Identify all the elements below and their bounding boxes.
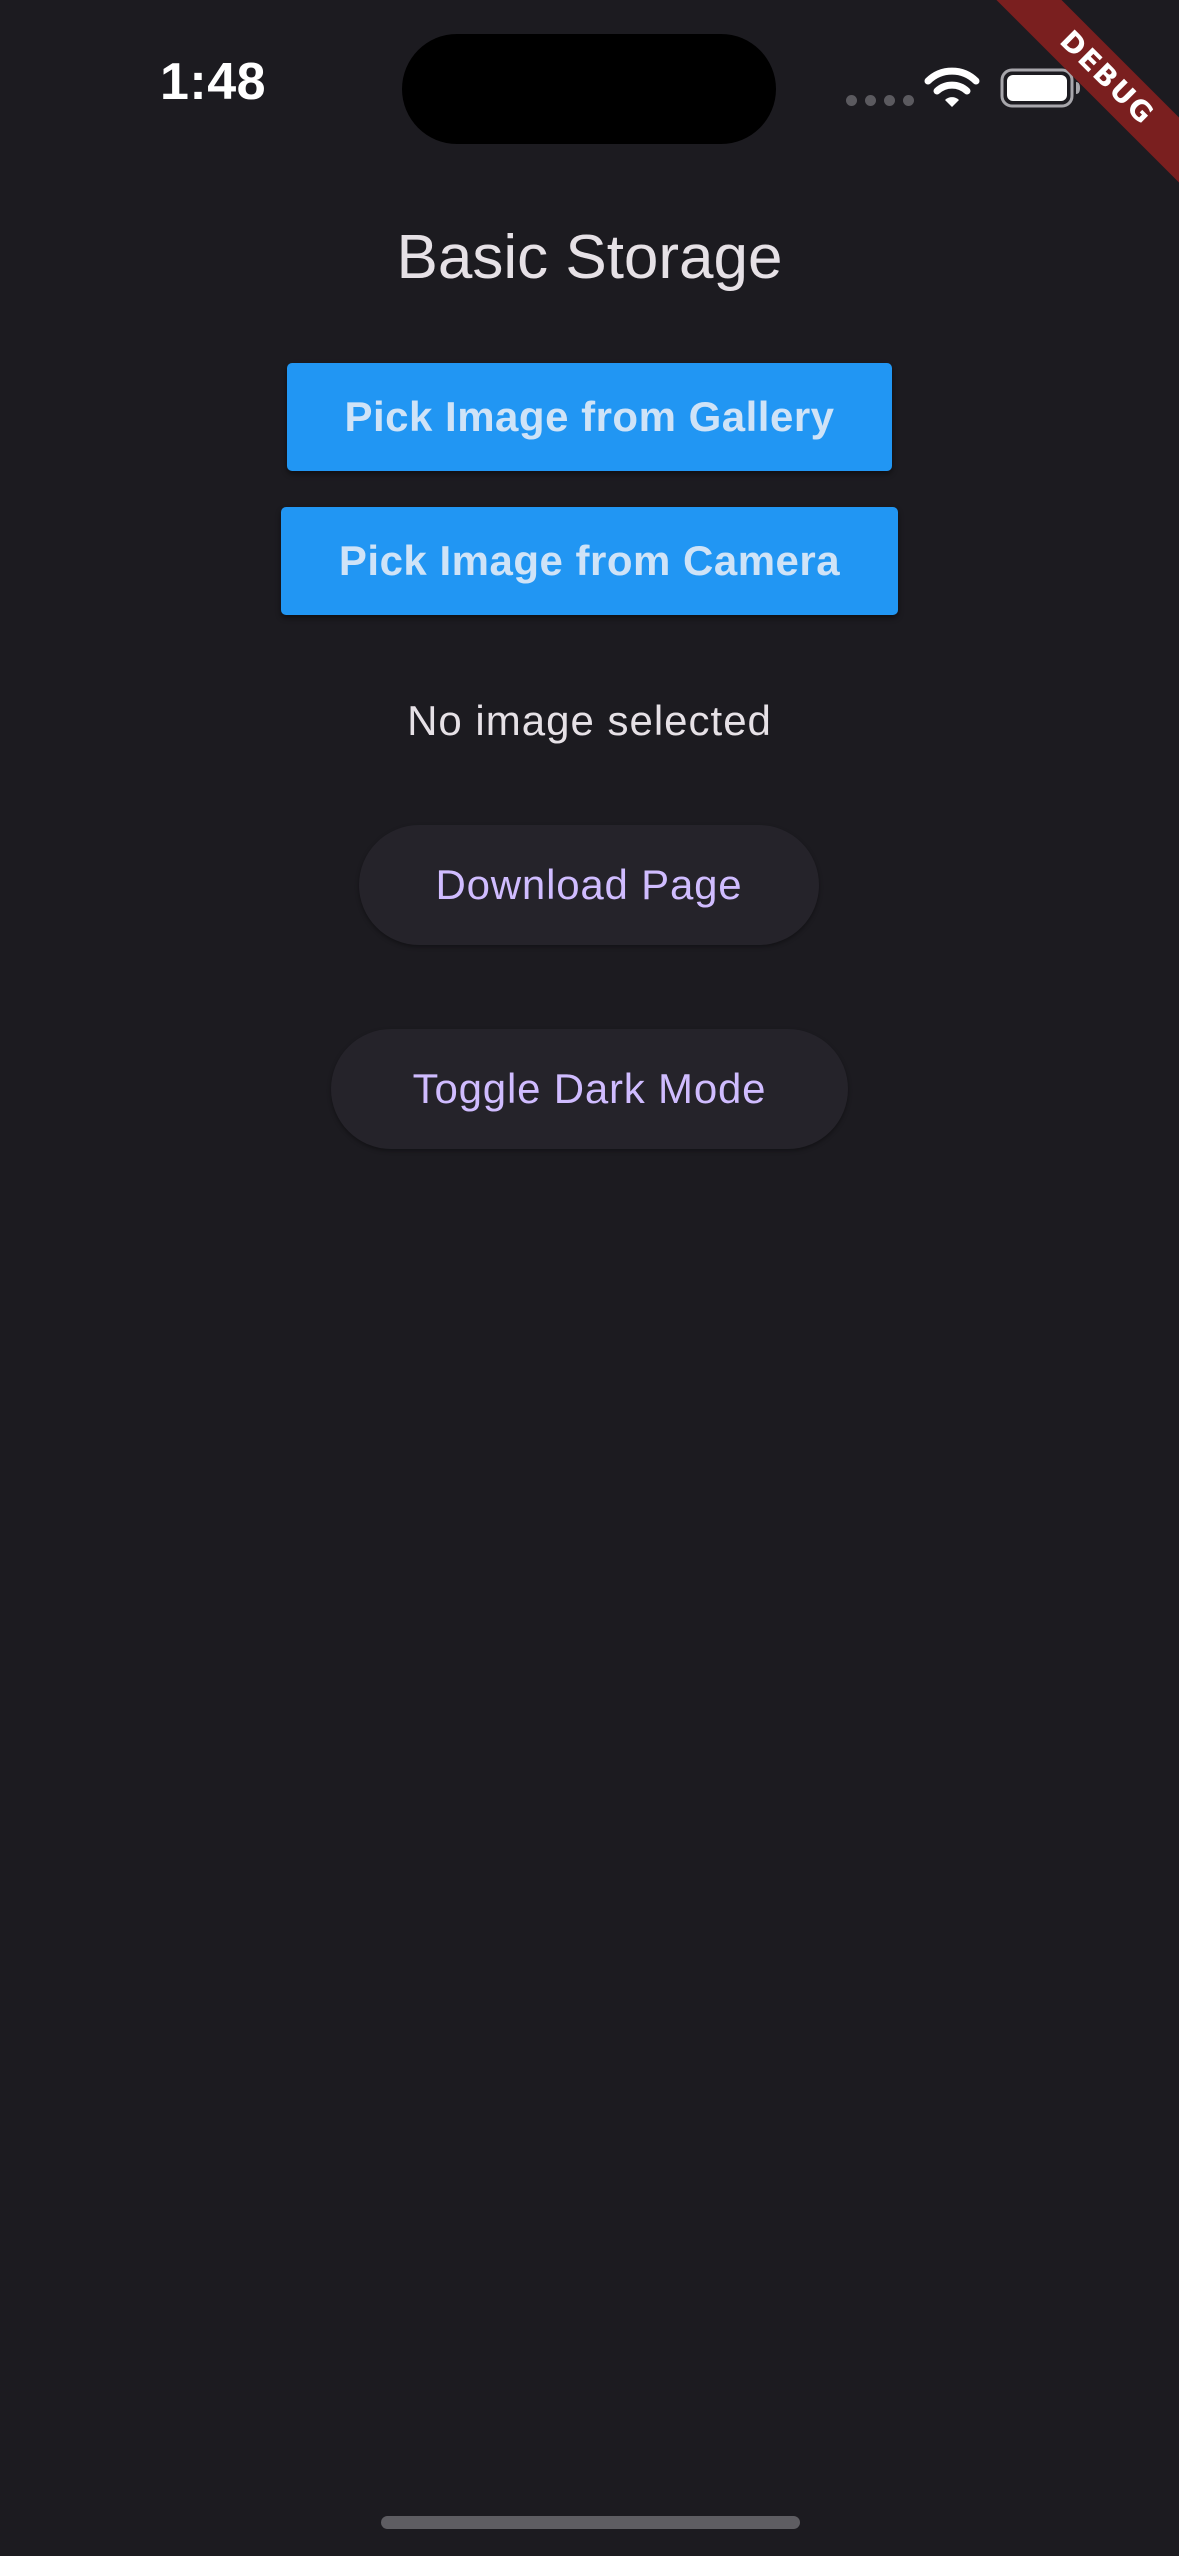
home-indicator[interactable] xyxy=(381,2516,800,2529)
pick-camera-button[interactable]: Pick Image from Camera xyxy=(281,507,898,615)
image-status-text: No image selected xyxy=(407,697,772,744)
pick-gallery-button[interactable]: Pick Image from Gallery xyxy=(287,363,892,471)
debug-banner: DEBUG xyxy=(919,0,1179,260)
debug-banner-label: DEBUG xyxy=(970,0,1179,215)
dynamic-island xyxy=(402,34,776,144)
page-title: Basic Storage xyxy=(396,223,783,292)
toggle-dark-mode-button[interactable]: Toggle Dark Mode xyxy=(331,1029,848,1149)
status-time: 1:48 xyxy=(160,53,267,111)
signal-dots-icon xyxy=(846,95,914,106)
download-page-button[interactable]: Download Page xyxy=(359,825,819,945)
